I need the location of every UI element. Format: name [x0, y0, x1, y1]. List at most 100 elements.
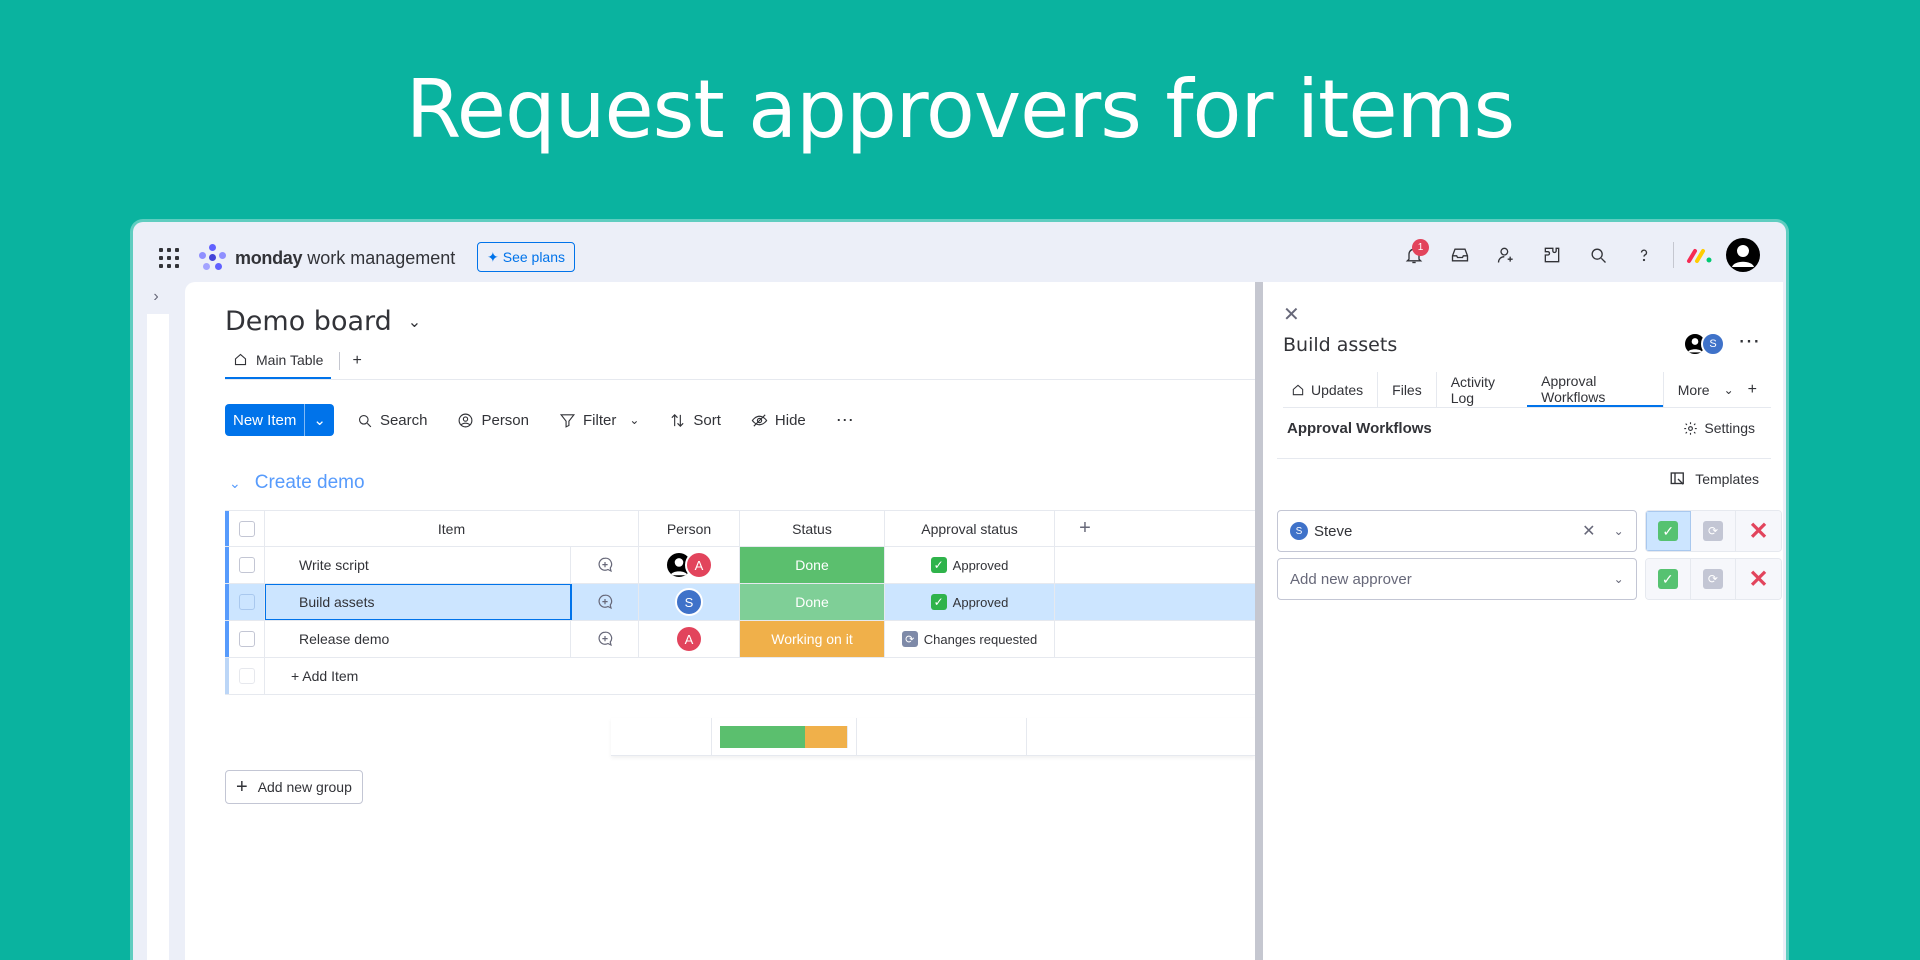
board-title[interactable]: Demo board ⌄	[225, 306, 421, 337]
add-item-row[interactable]: + Add Item	[225, 658, 1255, 695]
see-plans-button[interactable]: ✦ See plans	[477, 242, 576, 272]
tab-files[interactable]: Files	[1378, 372, 1437, 407]
search-icon	[358, 414, 372, 427]
status-cell[interactable]: Done	[740, 584, 885, 620]
add-approver-placeholder: Add new approver	[1290, 570, 1412, 588]
request-changes-button[interactable]: ⟳	[1690, 559, 1736, 599]
column-header-approval[interactable]: Approval status	[885, 511, 1055, 546]
column-header-person[interactable]: Person	[639, 511, 740, 546]
new-item-button[interactable]: New Item ⌄	[225, 404, 334, 436]
summary-status[interactable]	[712, 718, 857, 755]
chevron-down-icon[interactable]: ⌄	[1614, 524, 1624, 538]
chevron-down-icon[interactable]: ⌄	[629, 413, 639, 427]
subscribers[interactable]: S	[1683, 332, 1725, 356]
approve-button[interactable]: ✓	[1645, 559, 1691, 599]
more-icon[interactable]: ⋯	[828, 410, 862, 431]
status-cell[interactable]: Done	[740, 547, 885, 583]
search-icon[interactable]	[1581, 238, 1615, 272]
approve-button[interactable]: ✓	[1645, 511, 1691, 551]
approval-cell[interactable]: ⟳ Changes requested	[885, 621, 1055, 657]
item-name[interactable]: Write script	[265, 547, 571, 583]
avatar[interactable]	[1726, 238, 1760, 272]
chevron-down-icon[interactable]: ⌄	[304, 404, 334, 436]
add-update-icon[interactable]	[571, 584, 639, 620]
column-header-status[interactable]: Status	[740, 511, 885, 546]
column-header-item[interactable]: Item	[265, 511, 639, 546]
summary-done-segment	[720, 725, 806, 748]
status-summary-row	[611, 718, 1255, 756]
reject-button[interactable]: ✕	[1736, 559, 1781, 599]
approval-cell[interactable]: ✓ Approved	[885, 584, 1055, 620]
approval-cell[interactable]: ✓ Approved	[885, 547, 1055, 583]
empty-cell	[1055, 621, 1115, 657]
reject-button[interactable]: ✕	[1736, 511, 1781, 551]
select-all-checkbox[interactable]	[238, 520, 255, 537]
invite-icon[interactable]	[1489, 238, 1523, 272]
status-cell[interactable]: Working on it	[740, 621, 885, 657]
more-icon[interactable]: ⋯	[1738, 328, 1761, 354]
person-cell[interactable]: A	[639, 621, 740, 657]
avatar: S	[675, 588, 703, 616]
board-main: Demo board ⌄ Main Table + New Item ⌄ Sea…	[185, 282, 1255, 960]
logo[interactable]: monday work management	[199, 244, 455, 272]
add-update-icon[interactable]	[571, 621, 639, 657]
panel-item-title[interactable]: Build assets	[1283, 334, 1397, 356]
integrations-icon[interactable]	[1535, 238, 1569, 272]
chevron-down-icon[interactable]: ⌄	[1614, 572, 1624, 586]
item-name[interactable]: Release demo	[265, 621, 571, 657]
add-view-button[interactable]: +	[339, 351, 362, 370]
panel-divider[interactable]	[1255, 282, 1263, 960]
item-name[interactable]: Build assets	[265, 584, 571, 620]
row-select-cell	[225, 621, 265, 657]
chevron-down-icon[interactable]: ⌄	[229, 475, 241, 492]
person-filter-button[interactable]: Person	[449, 412, 537, 429]
add-group-button[interactable]: + Add new group	[225, 770, 363, 804]
templates-button[interactable]: Templates	[1669, 470, 1759, 488]
row-select-cell	[225, 547, 265, 583]
tab-activity-log[interactable]: Activity Log	[1437, 372, 1527, 407]
hide-button[interactable]: Hide	[743, 412, 814, 429]
add-column-button[interactable]: +	[1055, 511, 1115, 546]
add-update-icon[interactable]	[571, 547, 639, 583]
inbox-icon[interactable]	[1443, 238, 1477, 272]
settings-button[interactable]: Settings	[1683, 420, 1755, 436]
close-icon[interactable]: ✕	[1283, 302, 1300, 327]
status-label: Working on it	[740, 621, 884, 657]
eye-icon	[751, 413, 768, 427]
apps-grid-icon[interactable]	[159, 248, 179, 268]
tab-more[interactable]: More ⌄	[1662, 372, 1748, 407]
home-icon	[1292, 384, 1304, 395]
add-tab-button[interactable]: +	[1748, 381, 1771, 399]
row-checkbox[interactable]	[238, 631, 255, 647]
sort-button[interactable]: Sort	[661, 412, 729, 429]
close-icon[interactable]: ✕	[1582, 521, 1595, 541]
table-header: Item Person Status Approval status +	[225, 510, 1255, 547]
help-icon[interactable]	[1627, 238, 1661, 272]
app-window: monday work management ✦ See plans 1 › D…	[133, 222, 1786, 960]
search-button[interactable]: Search	[348, 412, 436, 429]
table-row[interactable]: Build assets S Done ✓ Approved	[225, 584, 1255, 621]
monday-logo-icon[interactable]	[1686, 245, 1714, 265]
filter-button[interactable]: Filter ⌄	[551, 412, 647, 429]
person-cell[interactable]: S	[639, 584, 740, 620]
row-select-cell	[225, 584, 265, 620]
request-changes-button[interactable]: ⟳	[1690, 511, 1737, 551]
group-title[interactable]: ⌄ Create demo	[229, 472, 365, 494]
bell-icon[interactable]: 1	[1397, 238, 1431, 272]
brand-name: monday work management	[235, 247, 456, 268]
add-item-input[interactable]: + Add Item	[265, 658, 358, 694]
add-approver-select[interactable]: Add new approver ⌄	[1277, 558, 1637, 600]
chevron-right-icon[interactable]: ›	[141, 282, 171, 312]
approver-select[interactable]: S Steve ✕ ⌄	[1277, 510, 1637, 552]
tab-approval-workflows[interactable]: Approval Workflows	[1527, 372, 1663, 407]
table-row[interactable]: Write script A Done ✓ Approved	[225, 547, 1255, 584]
table-row[interactable]: Release demo A Working on it ⟳ Changes r…	[225, 621, 1255, 658]
chevron-down-icon[interactable]: ⌄	[408, 312, 421, 331]
panel-tabs: Updates Files Activity Log Approval Work…	[1283, 372, 1771, 408]
tab-updates[interactable]: Updates	[1283, 372, 1379, 407]
row-checkbox[interactable]	[238, 594, 255, 610]
person-cell[interactable]: A	[639, 547, 740, 583]
row-checkbox[interactable]	[238, 557, 255, 573]
tab-main-table[interactable]: Main Table	[225, 342, 332, 379]
check-icon: ✓	[1657, 569, 1678, 589]
